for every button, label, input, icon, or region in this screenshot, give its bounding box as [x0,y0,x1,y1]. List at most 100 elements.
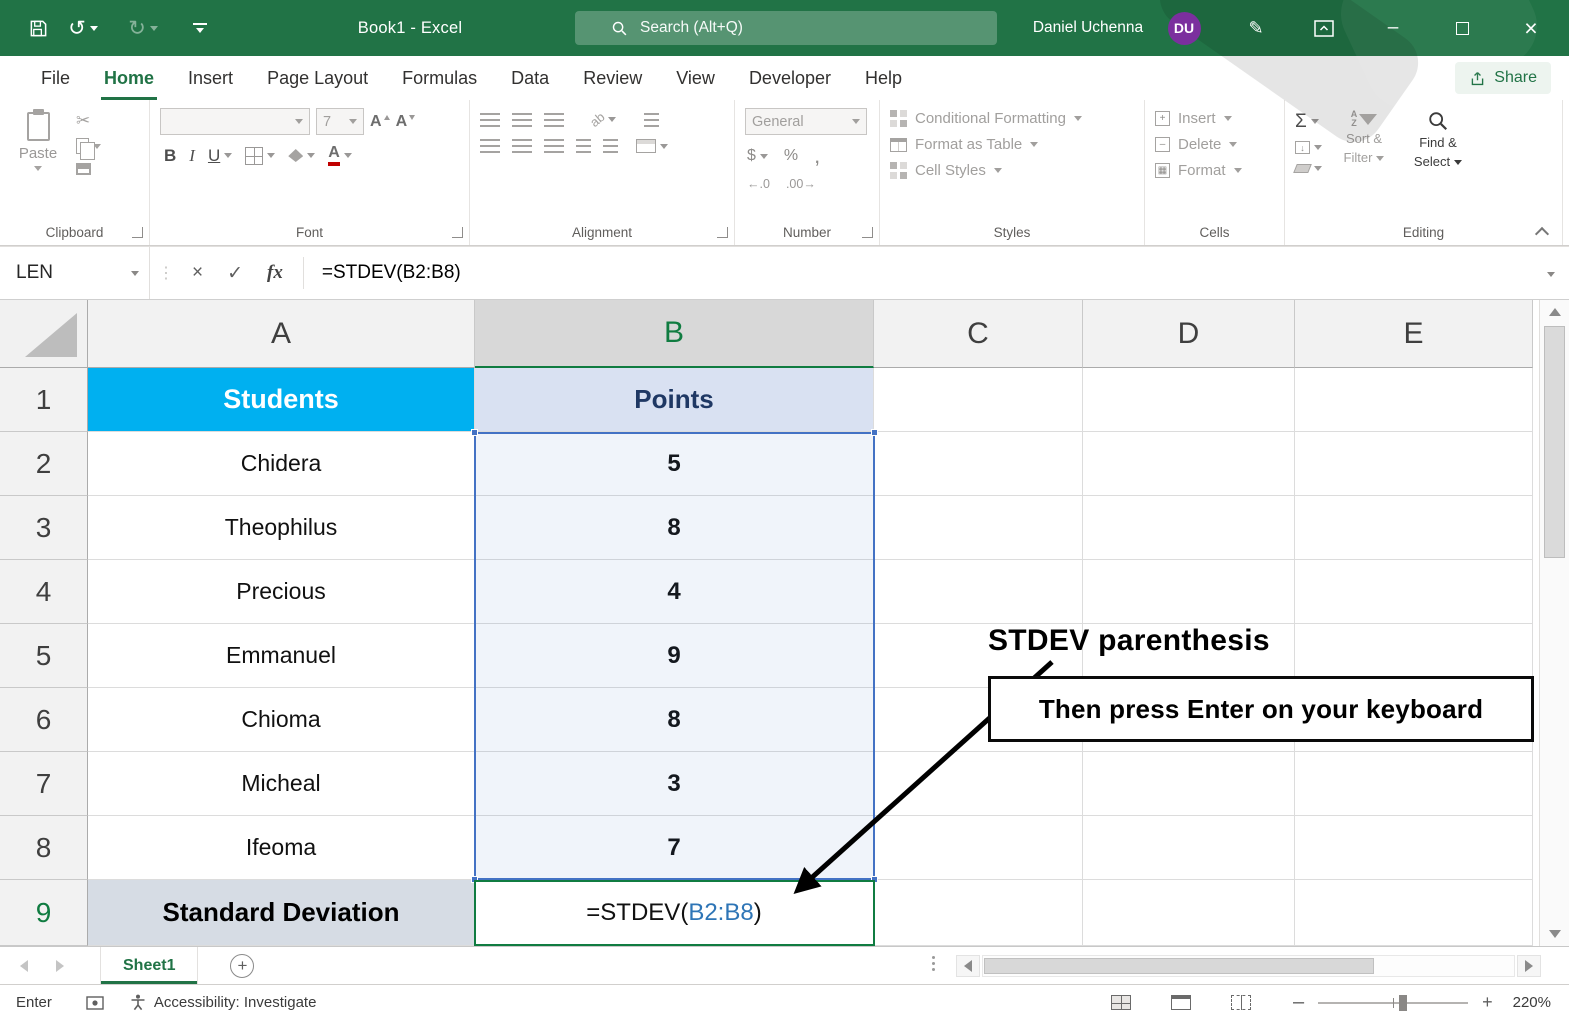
cell-E1[interactable] [1295,368,1533,432]
zoom-out-button[interactable]: – [1293,991,1304,1014]
insert-function-button[interactable]: fx [255,262,295,284]
normal-view-button[interactable] [1110,995,1131,1010]
cell-B5[interactable]: 9 [475,624,874,688]
format-painter-button[interactable] [76,163,141,175]
cell-E8[interactable] [1295,816,1533,880]
cell-B4[interactable]: 4 [475,560,874,624]
formula-bar-handle[interactable]: ⋮ [150,263,180,283]
save-button[interactable] [22,0,54,56]
cell-B7[interactable]: 3 [475,752,874,816]
align-top-button[interactable] [480,112,500,127]
scroll-right-button[interactable] [1517,955,1541,977]
macro-record-button[interactable] [86,995,104,1010]
wrap-text-button[interactable] [644,112,660,127]
row-header-6[interactable]: 6 [0,688,88,752]
next-sheet-button[interactable] [56,959,64,972]
number-dialog-launcher[interactable] [862,227,873,238]
cell-C8[interactable] [874,816,1083,880]
cell-B1[interactable]: Points [475,368,874,432]
cancel-button[interactable]: × [180,262,215,284]
cell-D2[interactable] [1083,432,1295,496]
cell-B8[interactable]: 7 [475,816,874,880]
borders-button[interactable] [245,146,276,165]
tab-page-layout[interactable]: Page Layout [250,56,385,100]
tab-formulas[interactable]: Formulas [385,56,494,100]
copy-button[interactable] [76,138,141,160]
decrease-indent-button[interactable] [576,139,591,153]
redo-button[interactable]: ↻ [126,0,160,56]
tab-help[interactable]: Help [848,56,919,100]
tab-insert[interactable]: Insert [171,56,250,100]
accessibility-checker-button[interactable] [130,994,146,1011]
underline-button[interactable]: U [208,147,233,164]
undo-button[interactable]: ↺ [66,0,100,56]
tab-scrollbar-splitter[interactable] [932,956,935,971]
sheet-tab-sheet1[interactable]: Sheet1 [100,947,199,984]
font-name-combo[interactable] [160,108,310,135]
tab-data[interactable]: Data [494,56,566,100]
sort-filter-button[interactable]: AZ Sort & Filter [1332,108,1396,173]
row-header-4[interactable]: 4 [0,560,88,624]
cell-C7[interactable] [874,752,1083,816]
column-header-B[interactable]: B [475,300,874,368]
scroll-up-button[interactable] [1540,300,1569,324]
collapse-ribbon-button[interactable] [1536,225,1548,237]
page-layout-view-button[interactable] [1170,995,1191,1010]
insert-cells-button[interactable]: + Insert [1155,110,1276,127]
horizontal-scrollbar[interactable] [956,955,1541,977]
formula-input[interactable]: =STDEV(B2:B8) [312,262,461,284]
vertical-scrollbar[interactable] [1539,300,1569,946]
delete-cells-button[interactable]: – Delete [1155,136,1276,153]
align-middle-button[interactable] [512,112,532,127]
align-left-button[interactable] [480,139,500,153]
number-format-combo[interactable]: General [745,108,867,135]
row-header-1[interactable]: 1 [0,368,88,432]
scroll-left-button[interactable] [956,955,980,977]
draw-sparkle-button[interactable]: ✎ [1236,0,1276,56]
decrease-decimal-button[interactable]: .00→ [786,177,816,191]
column-header-D[interactable]: D [1083,300,1295,368]
cell-D3[interactable] [1083,496,1295,560]
autosum-button[interactable]: Σ [1295,112,1322,131]
alignment-dialog-launcher[interactable] [717,227,728,238]
select-all-button[interactable] [0,300,88,368]
previous-sheet-button[interactable] [20,959,28,972]
clipboard-dialog-launcher[interactable] [132,227,143,238]
row-header-5[interactable]: 5 [0,624,88,688]
cell-B3[interactable]: 8 [475,496,874,560]
cell-B9-active[interactable]: =STDEV(B2:B8) [475,880,874,946]
minimize-button[interactable]: – [1370,0,1416,56]
cell-C2[interactable] [874,432,1083,496]
cell-A1[interactable]: Students [88,368,475,432]
cell-E9[interactable] [1295,880,1533,946]
paste-button[interactable]: Paste [10,109,66,171]
tab-file[interactable]: File [24,56,87,100]
increase-indent-button[interactable] [603,139,618,153]
cell-D7[interactable] [1083,752,1295,816]
zoom-slider-thumb[interactable] [1399,994,1408,1011]
column-header-E[interactable]: E [1295,300,1533,368]
tab-view[interactable]: View [659,56,732,100]
zoom-level-label[interactable]: 220% [1513,994,1551,1011]
cell-A8[interactable]: Ifeoma [88,816,475,880]
cell-E3[interactable] [1295,496,1533,560]
tab-developer[interactable]: Developer [732,56,848,100]
search-input[interactable]: Search (Alt+Q) [575,11,997,45]
cell-C1[interactable] [874,368,1083,432]
cell-A4[interactable]: Precious [88,560,475,624]
close-button[interactable]: × [1508,0,1554,56]
zoom-in-button[interactable]: + [1482,992,1493,1013]
cell-E7[interactable] [1295,752,1533,816]
cell-A5[interactable]: Emmanuel [88,624,475,688]
cell-A2[interactable]: Chidera [88,432,475,496]
tab-review[interactable]: Review [566,56,659,100]
cell-styles-button[interactable]: Cell Styles [890,162,1136,179]
cell-A7[interactable]: Micheal [88,752,475,816]
cut-button[interactable]: ✂ [76,112,141,129]
find-select-button[interactable]: Find & Select [1406,108,1470,173]
horizontal-scroll-thumb[interactable] [984,958,1374,974]
increase-font-size-button[interactable]: A [370,113,390,131]
fill-color-button[interactable] [288,149,316,162]
font-dialog-launcher[interactable] [452,227,463,238]
scroll-down-button[interactable] [1540,922,1569,946]
